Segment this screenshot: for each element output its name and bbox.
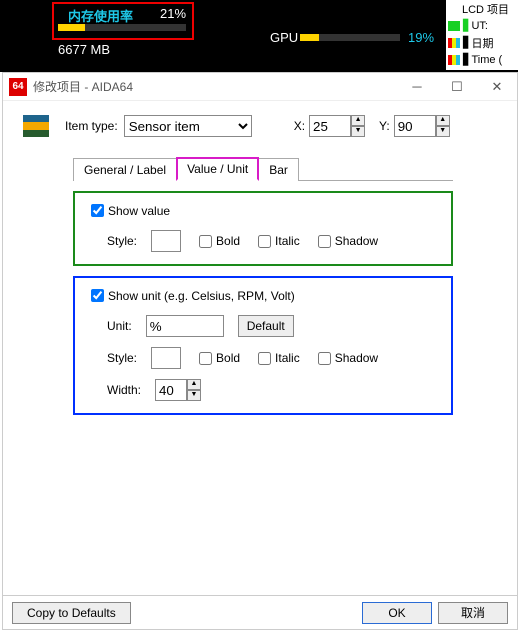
cancel-button[interactable]: 取消: [438, 602, 508, 624]
unit-bold-checkbox[interactable]: Bold: [195, 349, 240, 368]
memory-bar: [58, 24, 186, 31]
x-up[interactable]: ▲: [351, 115, 365, 126]
tab-bar[interactable]: Bar: [258, 158, 299, 181]
unit-style-label: Style:: [107, 351, 137, 365]
width-up[interactable]: ▲: [187, 379, 201, 390]
item-type-select[interactable]: Sensor item: [124, 115, 252, 137]
show-unit-group: Show unit (e.g. Celsius, RPM, Volt) Unit…: [73, 276, 453, 415]
legend-time: ▋Time (: [446, 51, 518, 68]
unit-field[interactable]: [146, 315, 224, 337]
show-unit-checkbox[interactable]: Show unit (e.g. Celsius, RPM, Volt): [87, 286, 439, 305]
width-field[interactable]: [155, 379, 187, 401]
gpu-label: GPU: [270, 30, 298, 45]
minimize-button[interactable]: ─: [397, 74, 437, 100]
tab-value-unit[interactable]: Value / Unit: [176, 157, 259, 181]
copy-to-defaults-button[interactable]: Copy to Defaults: [12, 602, 131, 624]
y-field[interactable]: [394, 115, 436, 137]
value-bold-checkbox[interactable]: Bold: [195, 232, 240, 251]
value-color-picker[interactable]: [151, 230, 181, 252]
x-field[interactable]: [309, 115, 351, 137]
legend-date: ▋日期: [446, 34, 518, 51]
x-label: X:: [294, 119, 305, 133]
width-label: Width:: [107, 383, 141, 397]
unit-color-picker[interactable]: [151, 347, 181, 369]
app-icon: 64: [9, 78, 27, 96]
modify-item-window: 64 修改项目 - AIDA64 ─ ☐ ✕ Item type: Sensor…: [2, 72, 518, 630]
y-down[interactable]: ▼: [436, 126, 450, 137]
y-label: Y:: [379, 119, 390, 133]
legend-ut: ▋UT:: [446, 17, 518, 34]
gpu-bar: [300, 34, 400, 41]
legend-header: LCD 项目: [446, 0, 518, 17]
value-style-label: Style:: [107, 234, 137, 248]
titlebar: 64 修改项目 - AIDA64 ─ ☐ ✕: [3, 73, 517, 101]
ok-button[interactable]: OK: [362, 602, 432, 624]
maximize-button[interactable]: ☐: [437, 74, 477, 100]
value-shadow-checkbox[interactable]: Shadow: [314, 232, 378, 251]
width-down[interactable]: ▼: [187, 390, 201, 401]
tab-general-label[interactable]: General / Label: [73, 158, 177, 181]
show-value-group: Show value Style: Bold Italic Shadow: [73, 191, 453, 266]
gpu-pct: 19%: [408, 30, 434, 45]
x-down[interactable]: ▼: [351, 126, 365, 137]
memory-total: 6677 MB: [58, 42, 110, 57]
default-button[interactable]: Default: [238, 315, 294, 337]
y-up[interactable]: ▲: [436, 115, 450, 126]
dialog-footer: Copy to Defaults OK 取消: [3, 595, 517, 629]
window-title: 修改项目 - AIDA64: [33, 78, 397, 95]
show-value-checkbox[interactable]: Show value: [87, 201, 439, 220]
value-italic-checkbox[interactable]: Italic: [254, 232, 300, 251]
unit-shadow-checkbox[interactable]: Shadow: [314, 349, 378, 368]
close-button[interactable]: ✕: [477, 74, 517, 100]
item-type-icon: [23, 115, 49, 137]
memory-usage-label: 内存使用率: [68, 6, 133, 25]
legend-panel: LCD 项目 ▋UT: ▋日期 ▋Time (: [446, 0, 518, 70]
lcd-panel: 内存使用率 21% 6677 MB GPU 19% LCD 项目 ▋UT: ▋日…: [0, 0, 518, 72]
memory-usage-pct: 21%: [160, 6, 186, 21]
unit-label: Unit:: [107, 319, 132, 333]
item-type-label: Item type:: [65, 119, 118, 133]
unit-italic-checkbox[interactable]: Italic: [254, 349, 300, 368]
